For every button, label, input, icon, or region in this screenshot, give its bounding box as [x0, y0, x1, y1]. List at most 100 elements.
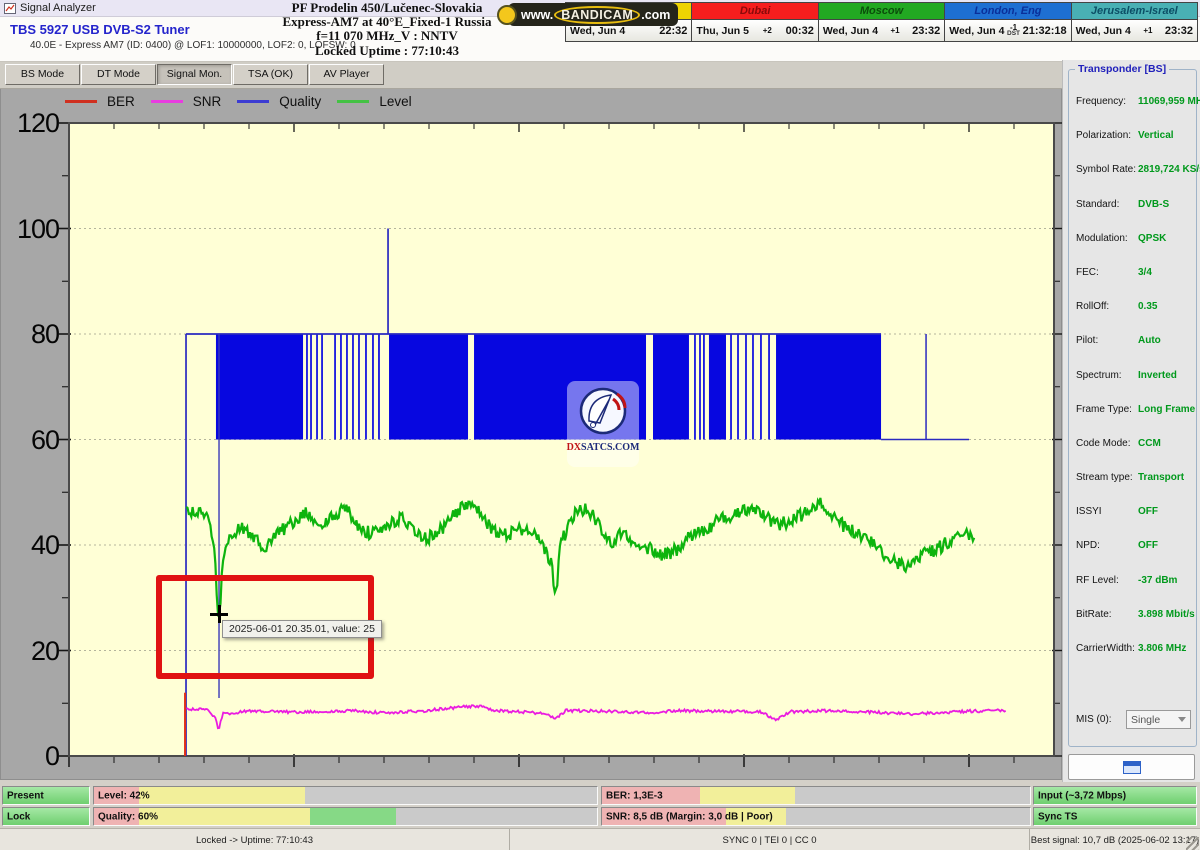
- chart-legend: BER SNR Quality Level: [65, 94, 412, 109]
- clock-city: Moscow: [819, 3, 944, 20]
- status-text: SNR: 8,5 dB (Margin: 3,0 dB | Poor): [606, 811, 773, 822]
- clock-time-row: Wed, Jun 4+123:32: [819, 20, 944, 41]
- transponder-row-rf-level: RF Level:-37 dBm: [1076, 575, 1191, 609]
- y-axis-label-0: 0: [3, 740, 59, 772]
- mis-label: MIS (0):: [1076, 714, 1126, 725]
- legend-swatch-snr: [151, 100, 183, 103]
- transponder-row-frequency: Frequency:11069,959 MHz: [1076, 96, 1191, 130]
- clock-london-eng: London, EngWed, Jun 4-1DST21:32:18: [944, 2, 1071, 42]
- transponder-value: QPSK: [1138, 233, 1166, 244]
- clock-date: Wed, Jun 4: [823, 25, 878, 37]
- snr-meter: SNR: 8,5 dB (Margin: 3,0 dB | Poor): [601, 807, 1031, 826]
- y-axis-label-100: 100: [3, 213, 59, 245]
- clock-utc-offset: +2: [749, 27, 786, 34]
- window-icon: [1123, 761, 1141, 774]
- status-text: Quality: 60%: [98, 811, 158, 822]
- clock-time: 23:32: [912, 25, 940, 37]
- transponder-label: BitRate:: [1076, 609, 1138, 620]
- panel-button[interactable]: [1068, 754, 1195, 780]
- clock-date: Wed, Jun 4: [570, 25, 625, 37]
- tab-bs-mode[interactable]: BS Mode: [5, 64, 80, 85]
- clock-jerusalem-israel: Jerusalem-IsraelWed, Jun 4+123:32: [1071, 2, 1198, 42]
- y-axis-label-120: 120: [3, 107, 59, 139]
- tab-av-player[interactable]: AV Player: [309, 64, 384, 85]
- status-text: Sync TS: [1038, 811, 1077, 822]
- bandicam-watermark: www.BANDICAM.com: [497, 3, 678, 26]
- transponder-title: Transponder [BS]: [1075, 63, 1169, 75]
- transponder-row-issyi: ISSYIOFF: [1076, 506, 1191, 540]
- clock-dubai: DubaiThu, Jun 5+200:32: [691, 2, 818, 42]
- logo-text-dx: DX: [567, 442, 581, 453]
- transponder-label: RF Level:: [1076, 575, 1138, 586]
- legend-item-level: Level: [337, 94, 411, 109]
- level-meter: Level: 42%: [93, 786, 598, 805]
- legend-label: BER: [107, 94, 135, 109]
- transponder-panel: Transponder [BS] Frequency:11069,959 MHz…: [1062, 60, 1200, 782]
- tab-dt-mode[interactable]: DT Mode: [81, 64, 156, 85]
- transponder-label: FEC:: [1076, 267, 1138, 278]
- legend-label: Quality: [279, 94, 321, 109]
- dxsatcs-logo: DXSATCS.COM: [567, 381, 639, 467]
- bandicam-logo-icon: [497, 5, 517, 25]
- status-text: Lock: [7, 811, 30, 822]
- legend-item-snr: SNR: [151, 94, 222, 109]
- transponder-label: Pilot:: [1076, 335, 1138, 346]
- ber-meter: BER: 1,3E-3: [601, 786, 1031, 805]
- meter-segment: [310, 808, 396, 825]
- legend-swatch-quality: [237, 100, 269, 103]
- legend-swatch-level: [337, 100, 369, 103]
- signal-analyzer-window: Signal Analyzer TBS 5927 USB DVB-S2 Tune…: [0, 0, 1200, 850]
- chart-tooltip: 2025-06-01 20.35.01, value: 25: [222, 620, 382, 638]
- transponder-label: Code Mode:: [1076, 438, 1138, 449]
- watermark-suffix: .com: [641, 8, 670, 22]
- logo-text-rest: SATCS.COM: [581, 442, 639, 453]
- transponder-label: Stream type:: [1076, 472, 1138, 483]
- legend-item-ber: BER: [65, 94, 135, 109]
- transponder-value: OFF: [1138, 540, 1158, 551]
- transponder-row-rolloff: RollOff:0.35: [1076, 301, 1191, 335]
- y-axis-label-40: 40: [3, 529, 59, 561]
- transponder-value: DVB-S: [1138, 199, 1169, 210]
- annotation-line: Locked Uptime : 77:10:43: [268, 44, 506, 58]
- transponder-label: Symbol Rate:: [1076, 164, 1138, 175]
- transponder-label: Frequency:: [1076, 96, 1138, 107]
- transponder-value: 3.898 Mbit/s: [1138, 609, 1195, 620]
- transponder-row-polarization: Polarization:Vertical: [1076, 130, 1191, 164]
- statusbar-sync: SYNC 0 | TEI 0 | CC 0: [510, 829, 1030, 850]
- legend-item-quality: Quality: [237, 94, 321, 109]
- clock-time: 22:32: [659, 25, 687, 37]
- tab-signal-mon[interactable]: Signal Mon.: [157, 64, 232, 85]
- transponder-label: RollOff:: [1076, 301, 1138, 312]
- y-axis-label-60: 60: [3, 424, 59, 456]
- transponder-row-symbol-rate: Symbol Rate:2819,724 KS/s: [1076, 164, 1191, 198]
- resize-grip[interactable]: [1186, 837, 1199, 850]
- transponder-label: Modulation:: [1076, 233, 1138, 244]
- transponder-row-code-mode: Code Mode:CCM: [1076, 438, 1191, 472]
- transponder-value: CCM: [1138, 438, 1161, 449]
- transponder-label: Standard:: [1076, 199, 1138, 210]
- y-axis-label-20: 20: [3, 635, 59, 667]
- clock-date: Wed, Jun 4: [1076, 25, 1131, 37]
- clock-city: London, Eng: [945, 3, 1070, 20]
- transponder-row-frame-type: Frame Type:Long Frame: [1076, 404, 1191, 438]
- status-text: Input (~3,72 Mbps): [1038, 790, 1126, 801]
- tab-bar: BS ModeDT ModeSignal Mon.TSA (OK)AV Play…: [0, 62, 1062, 89]
- clock-time: 00:32: [786, 25, 814, 37]
- app-icon: [4, 3, 16, 14]
- clock-time-row: Wed, Jun 4+123:32: [1072, 20, 1197, 41]
- clock-city: Dubai: [692, 3, 817, 20]
- annotation-line: Express-AM7 at 40°E_Fixed-1 Russia: [268, 15, 506, 29]
- meter-segment: [139, 808, 310, 825]
- watermark-prefix: www.: [521, 8, 553, 22]
- transponder-value: Transport: [1138, 472, 1184, 483]
- satellite-dish-icon: [574, 384, 632, 442]
- transponder-value: -37 dBm: [1138, 575, 1177, 586]
- clock-time-row: Thu, Jun 5+200:32: [692, 20, 817, 41]
- annotation-line: PF Prodelin 450/Lučenec-Slovakia: [268, 1, 506, 15]
- meter-segment: [139, 787, 305, 804]
- transponder-value: Long Frame: [1138, 404, 1195, 415]
- tab-tsa-ok[interactable]: TSA (OK): [233, 64, 308, 85]
- transponder-groupbox: Transponder [BS] Frequency:11069,959 MHz…: [1068, 69, 1197, 747]
- mis-dropdown[interactable]: Single: [1126, 710, 1191, 729]
- clock-utc-offset: +1: [1131, 27, 1165, 34]
